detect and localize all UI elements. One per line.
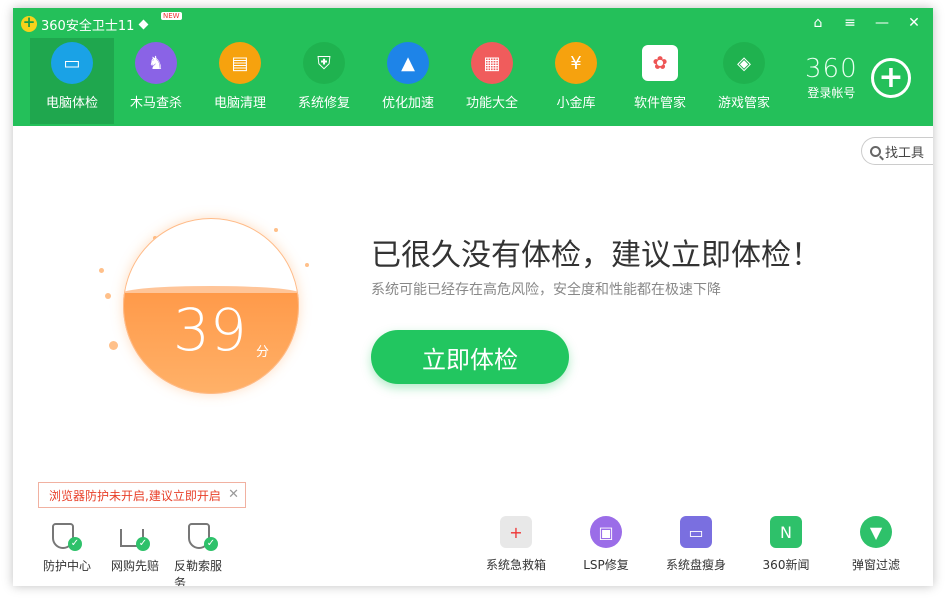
bl-label: 网购先赔 [110,559,159,573]
gauge-dot [305,263,309,267]
close-icon[interactable]: ✕ [228,487,239,502]
checkup-subline: 系统可能已经存在高危风险，安全度和性能都在极速下降 [371,282,721,298]
diamond-icon[interactable] [138,19,149,29]
nav-label: 电脑体检 [45,96,98,111]
gauge-dot [109,341,118,350]
monitor-icon: ▭ [51,42,93,84]
login-account[interactable]: 360 登录帐号 [805,56,858,101]
window-controls: ⌂ ≡ — ✕ [809,14,923,32]
nav-item-system-repair[interactable]: ⛨ 系统修复 [282,38,366,124]
menu-icon[interactable]: ≡ [841,14,859,32]
shield-pulse-icon: ✓ [52,523,82,551]
title-bar: 360安全卫士11 NEW [21,12,182,34]
protection-toolbar: ✓ 防护中心 ✓ 网购先赔 ✓ 反勒索服务 [38,523,232,586]
lsp-repair-tool[interactable]: ▣ LSP修复 [573,516,639,573]
nav-label: 系统修复 [297,96,350,111]
nav-item-games[interactable]: ◈ 游戏管家 [702,38,786,124]
plus-icon: + [878,60,904,95]
shopping-guarantee[interactable]: ✓ 网购先赔 [106,523,164,586]
nav-item-checkup[interactable]: ▭ 电脑体检 [30,38,114,124]
news-tool[interactable]: N 360新闻 [753,516,819,573]
start-checkup-button[interactable]: 立即体检 [371,330,569,384]
nav-label: 功能大全 [465,96,518,111]
nav-label: 木马查杀 [129,96,182,111]
nav-item-features[interactable]: ▦ 功能大全 [450,38,534,124]
nav-label: 电脑清理 [213,96,266,111]
shield-icon: ⛨ [303,42,345,84]
bl-label: 反勒索服务 [174,559,223,586]
main-nav: ▭ 电脑体检 ♞ 木马查杀 ▤ 电脑清理 ⛨ 系统修复 ▲ 优化加速 ▦ 功能大… [30,38,786,124]
news-icon: N [770,516,802,548]
find-tool-button[interactable]: 找工具 [861,137,933,165]
software-icon: ✿ [642,45,678,81]
disk-slim-tool[interactable]: ▭ 系统盘瘦身 [663,516,729,573]
cart-icon: ✓ [120,523,150,551]
app-window: 360安全卫士11 NEW ⌂ ≡ — ✕ ▭ 电脑体检 ♞ 木马查杀 ▤ 电脑… [13,8,933,586]
nav-item-speedup[interactable]: ▲ 优化加速 [366,38,450,124]
nav-item-software[interactable]: ✿ 软件管家 [618,38,702,124]
lsp-icon: ▣ [590,516,622,548]
gauge-dot [99,268,104,273]
app-title: 360安全卫士11 [41,18,135,34]
gauge-dot [105,293,111,299]
grid-icon: ▦ [471,42,513,84]
check-icon: ✓ [204,537,218,551]
rocket-icon: ▲ [387,42,429,84]
nav-label: 小金库 [556,96,596,111]
logo-icon [21,13,37,32]
tool-label: 360新闻 [762,558,810,572]
browser-protection-tooltip: 浏览器防护未开启,建议立即开启 ✕ [38,482,246,508]
shield-lock-icon: ✓ [188,523,218,551]
check-icon: ✓ [136,537,150,551]
nav-label: 软件管家 [633,96,686,111]
tool-label: 系统盘瘦身 [665,558,726,572]
minimize-icon[interactable]: — [873,14,891,32]
check-icon: ✓ [68,537,82,551]
horse-icon: ♞ [135,42,177,84]
bl-label: 防护中心 [42,559,91,573]
broom-icon: ▤ [219,42,261,84]
account-number: 360 [805,54,858,84]
top-bar: 360安全卫士11 NEW ⌂ ≡ — ✕ ▭ 电脑体检 ♞ 木马查杀 ▤ 电脑… [13,8,933,126]
money-bag-icon: ¥ [555,42,597,84]
new-badge: NEW [161,12,182,20]
close-icon[interactable]: ✕ [905,14,923,32]
first-aid-icon: + [500,516,532,548]
score-value: 39 [173,296,247,364]
checkup-headline: 已很久没有体检，建议立即体检！ [371,238,821,273]
find-tool-label: 找工具 [885,145,925,161]
protection-center[interactable]: ✓ 防护中心 [38,523,96,586]
quick-tools: + 系统急救箱 ▣ LSP修复 ▭ 系统盘瘦身 N 360新闻 ▼ 弹窗过滤 +… [483,516,933,573]
gauge-dot [274,228,278,232]
anti-ransomware[interactable]: ✓ 反勒索服务 [174,523,232,586]
login-label: 登录帐号 [807,86,856,100]
nav-label: 游戏管家 [717,96,770,111]
skin-icon[interactable]: ⌂ [809,14,827,32]
nav-item-cleanup[interactable]: ▤ 电脑清理 [198,38,282,124]
tool-label: LSP修复 [583,558,629,572]
score-unit: 分 [256,345,270,360]
disk-icon: ▭ [680,516,712,548]
nav-item-trojan-scan[interactable]: ♞ 木马查杀 [114,38,198,124]
search-icon [870,145,881,157]
gamepad-icon: ◈ [723,42,765,84]
add-account-button[interactable]: + [871,58,911,98]
popup-filter-tool[interactable]: ▼ 弹窗过滤 [843,516,909,573]
first-aid-tool[interactable]: + 系统急救箱 [483,516,549,573]
tool-label: 弹窗过滤 [851,558,900,572]
popup-filter-icon: ▼ [860,516,892,548]
nav-label: 优化加速 [381,96,434,111]
tool-label: 系统急救箱 [485,558,546,572]
nav-item-vault[interactable]: ¥ 小金库 [534,38,618,124]
tooltip-text: 浏览器防护未开启,建议立即开启 [49,488,221,503]
